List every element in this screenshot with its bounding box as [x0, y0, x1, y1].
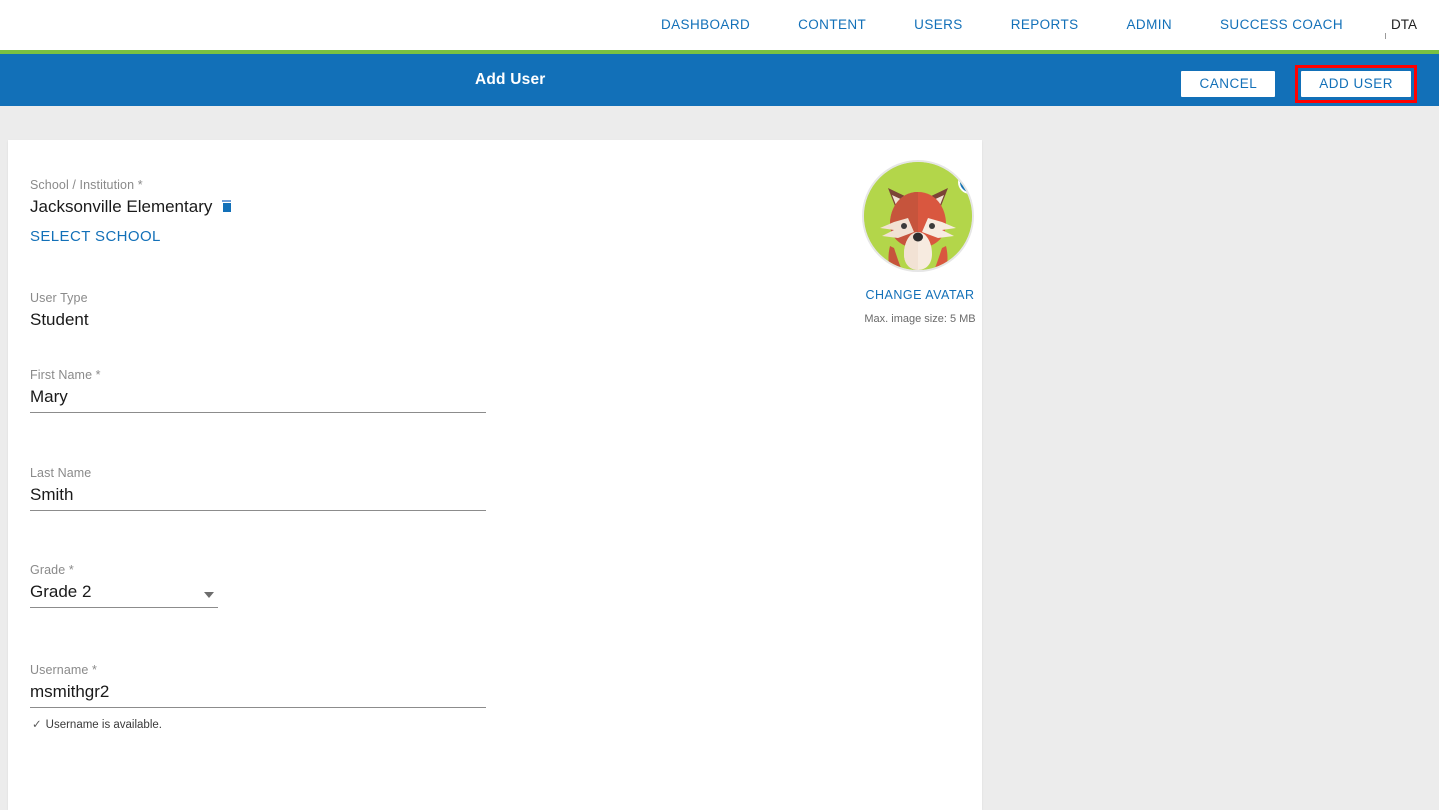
first-name-field: First Name * Mary [30, 368, 101, 407]
cancel-button[interactable]: CANCEL [1181, 71, 1276, 97]
select-school-link[interactable]: SELECT SCHOOL [30, 228, 231, 245]
school-label: School / Institution * [30, 178, 143, 192]
user-type-field: User Type Student [30, 291, 89, 330]
last-name-label: Last Name [30, 466, 92, 480]
username-field: Username * msmithgr2 [30, 663, 109, 702]
nav-item-admin[interactable]: ADMIN [1103, 0, 1197, 50]
add-user-form-card: School / Institution * Jacksonville Elem… [8, 140, 982, 810]
grade-label: Grade * [30, 563, 74, 577]
last-name-underline [30, 510, 486, 511]
school-value: Jacksonville Elementary [30, 197, 213, 216]
top-navigation-bar: DASHBOARD CONTENT USERS REPORTS ADMIN SU… [0, 0, 1439, 50]
user-type-label: User Type [30, 291, 88, 305]
change-avatar-link[interactable]: CHANGE AVATAR [858, 288, 982, 302]
avatar-block: CHANGE AVATAR Max. image size: 5 MB [858, 160, 982, 325]
nav-item-reports[interactable]: REPORTS [987, 0, 1103, 50]
first-name-label: First Name * [30, 368, 101, 382]
trash-body [222, 202, 231, 213]
nav-item-dashboard[interactable]: DASHBOARD [637, 0, 774, 50]
username-input[interactable]: msmithgr2 [30, 682, 109, 702]
username-underline [30, 707, 486, 708]
user-type-value: Student [30, 310, 89, 329]
chevron-down-icon [1385, 33, 1386, 39]
username-label: Username * [30, 663, 97, 677]
first-name-input[interactable]: Mary [30, 387, 101, 407]
check-icon: ✓ [32, 719, 42, 731]
grade-field: Grade * Grade 2 [30, 563, 91, 602]
add-user-button-highlight: ADD USER [1295, 65, 1417, 103]
nav-item-content[interactable]: CONTENT [774, 0, 890, 50]
nav-item-users[interactable]: USERS [890, 0, 987, 50]
school-value-row: Jacksonville Elementary [30, 197, 232, 217]
add-user-button[interactable]: ADD USER [1301, 71, 1411, 97]
nav-item-success-coach[interactable]: SUCCESS COACH [1196, 0, 1367, 50]
avatar[interactable] [862, 160, 974, 272]
avatar-max-size-note: Max. image size: 5 MB [864, 313, 976, 325]
nav-links: DASHBOARD CONTENT USERS REPORTS ADMIN SU… [637, 0, 1439, 50]
last-name-field: Last Name Smith [30, 466, 91, 505]
page-title: Add User [475, 71, 546, 88]
user-account-label: DTA [1391, 17, 1417, 32]
action-bar-buttons: CANCEL ADD USER [1181, 65, 1417, 103]
school-field: School / Institution * Jacksonville Elem… [30, 178, 232, 245]
username-availability-text: Username is available. [45, 719, 162, 731]
grade-select-value[interactable]: Grade 2 [30, 582, 91, 602]
chevron-down-icon[interactable] [204, 592, 214, 598]
delete-school-icon[interactable] [222, 200, 232, 213]
action-bar: Add User CANCEL ADD USER [0, 54, 1439, 106]
grade-underline [30, 607, 218, 608]
fox-avatar-icon [864, 162, 972, 270]
user-account-menu[interactable]: DTA [1367, 0, 1439, 50]
username-availability-message: ✓ Username is available. [32, 717, 162, 731]
last-name-input[interactable]: Smith [30, 485, 91, 505]
first-name-underline [30, 412, 486, 413]
